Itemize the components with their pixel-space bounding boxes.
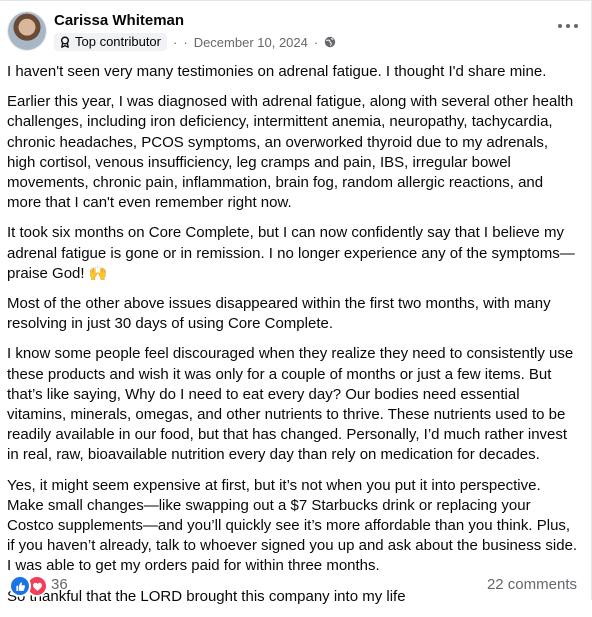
contributor-badge-icon <box>59 36 71 48</box>
reaction-count[interactable]: 36 <box>51 576 68 593</box>
badge-label: Top contributor <box>75 34 161 49</box>
globe-icon[interactable] <box>324 36 336 48</box>
post-meta: Top contributor · · December 10, 2024 · <box>54 32 336 52</box>
reactions-summary[interactable] <box>9 575 48 597</box>
post-paragraph: I haven't seen very many testimonies on … <box>7 63 547 80</box>
top-contributor-badge[interactable]: Top contributor <box>54 33 167 51</box>
post-date[interactable]: December 10, 2024 <box>194 35 308 50</box>
author-name[interactable]: Carissa Whiteman <box>54 12 184 29</box>
post-paragraph: I know some people feel discouraged when… <box>7 345 574 464</box>
post-footer: 36 22 comments <box>0 571 591 597</box>
comments-count-link[interactable]: 22 comments <box>487 576 577 593</box>
post-paragraph: Most of the other above issues disappear… <box>7 295 551 333</box>
post-paragraph: It took six months on Core Complete, but… <box>7 224 575 282</box>
post-paragraph: Earlier this year, I was diagnosed with … <box>7 93 574 212</box>
post-header: Carissa Whiteman Top contributor · · Dec… <box>0 1 591 57</box>
post-paragraph: Yes, it might seem expensive at first, b… <box>7 476 578 575</box>
author-avatar[interactable] <box>8 12 46 50</box>
like-icon <box>9 575 31 597</box>
meta-separator: · <box>173 34 178 50</box>
post-card: Carissa Whiteman Top contributor · · Dec… <box>0 0 592 605</box>
more-options-icon[interactable] <box>558 21 578 31</box>
post-body: I haven't seen very many testimonies on … <box>7 62 579 617</box>
meta-separator: · <box>183 34 188 50</box>
meta-separator: · <box>313 34 319 50</box>
